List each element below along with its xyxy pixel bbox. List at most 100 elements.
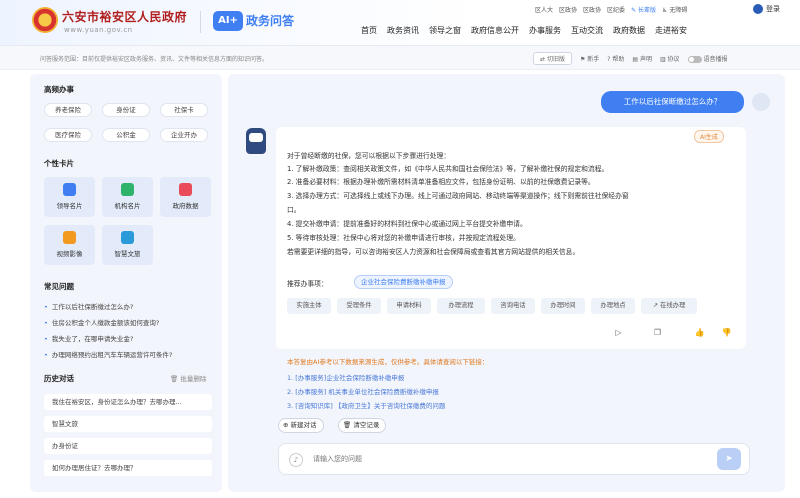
link-zhengxie[interactable]: 区政协 [559,5,577,14]
batch-delete-button[interactable]: 🗑 批量删除 [170,373,206,383]
link-zhengxie-2[interactable]: 区政协 [583,5,601,14]
card-label: 视频影像 [56,250,83,258]
subtab[interactable]: 办理地点 [591,298,635,314]
newbie-label: 新手 [587,56,600,63]
link-jiwei[interactable]: 区纪委 [607,5,625,14]
faq-item[interactable]: 办理网络预约出租汽车车辆运营许可条件? [44,349,172,359]
play-icon[interactable]: ▷ [613,327,624,338]
divider [200,11,201,33]
tip-bar-tools: ⇄ 切旧版 ⚑ 新手 ? 帮助 ▤ 声明 ▥ 协议 语音播报 [533,52,728,65]
top-links: 区人大 区政协 区政协 区纪委 ✎ 长辈版 ♿ 无障碍 [535,5,687,14]
agreement-button[interactable]: ▥ 协议 [660,54,680,63]
hot-item[interactable]: 医疗保险 [44,128,92,142]
microphone-icon[interactable]: ♪ [289,453,303,467]
send-button[interactable]: ➤ [717,448,741,470]
card-leader[interactable]: 领导名片 [44,177,95,217]
subtab[interactable]: 实施主体 [287,298,331,314]
copy-icon[interactable]: ❐ [652,327,663,338]
login-button[interactable]: 登录 [753,4,780,14]
answer-line: 口。 [287,206,301,214]
question-input[interactable] [313,455,693,463]
source-link[interactable]: 2. [办事服务] 机关事业单位社会保险费断缴补缴申报 [287,386,439,396]
gov-name[interactable]: 六安市裕安区人民政府 [62,8,187,25]
online-handle-tab[interactable]: ↗ 在线办理 [641,298,697,314]
subtab[interactable]: 办理时间 [541,298,585,314]
statement-button[interactable]: ▤ 声明 [632,54,652,63]
answer-line: 5. 等待审核处理：社保中心将对您的补缴申请进行审核，并按规定流程处理。 [287,234,520,242]
nav-about[interactable]: 走进裕安 [650,25,692,36]
agreement-label: 协议 [667,56,680,63]
ai-logo: AI+ [213,11,243,31]
card-tourism[interactable]: 智慧文旅 [102,225,153,265]
help-label: 帮助 [612,56,625,63]
history-item[interactable]: 智慧文旅 [44,416,212,432]
subtab[interactable]: 申请材料 [387,298,431,314]
hot-item[interactable]: 身份证 [102,103,150,117]
newbie-button[interactable]: ⚑ 新手 [580,54,599,63]
service-scope-text: 问答服务范围：目前仅提供裕安区政务服务、资讯、文件等相关信息方面的知识问答。 [40,56,269,63]
subtab[interactable]: 咨询电话 [491,298,535,314]
ai-title: 政务问答 [246,14,295,28]
recommend-label: 推荐办事项： [287,280,328,288]
answer-line: 3. 选择办理方式：可选择线上或线下办理。线上可通过政府网站、移动终端等渠道操作… [287,192,629,200]
faq-item[interactable]: 我失业了，在哪申请失业金? [44,333,133,343]
nav-info-public[interactable]: 政府信息公开 [466,25,524,36]
faq-title: 常见问题 [44,282,74,291]
card-institution[interactable]: 机构名片 [102,177,153,217]
switch-label: 切旧版 [546,56,565,63]
switch-old-version-button[interactable]: ⇄ 切旧版 [533,52,572,65]
answer-line: 对于曾经断缴的社保，您可以根据以下步骤进行处理： [287,152,451,160]
mountain-icon [121,231,134,244]
site-header: 六安市裕安区人民政府 www.yuan.gov.cn AI+ 政务问答 区人大 … [0,0,800,46]
faq-item[interactable]: 工作以后社保断缴过怎么办? [44,301,133,311]
subtab[interactable]: 办理流程 [437,298,485,314]
nav-leaders[interactable]: 领导之窗 [424,25,466,36]
recommend-item-button[interactable]: 企业社会保险费断缴补缴申报 [354,275,453,289]
new-chat-button[interactable]: ⊕ 新建对话 [278,418,324,433]
thumbs-up-icon[interactable]: 👍 [694,327,705,338]
card-label: 机构名片 [114,202,141,210]
card-label: 政府数据 [172,202,199,210]
user-question-bubble: 工作以后社保断缴过怎么办？ [601,91,744,113]
hot-item[interactable]: 公积金 [102,128,150,142]
personal-cards-title: 个性卡片 [44,159,74,168]
nav-data[interactable]: 政府数据 [608,25,650,36]
nav-home[interactable]: 首页 [356,25,382,36]
thumbs-down-icon[interactable]: 👎 [721,327,732,338]
ai-disclaimer: 本答复由AI参考以下数据来源生成，仅供参考。具体请查阅以下链接： [287,358,489,366]
elderly-mode-link[interactable]: ✎ 长辈版 [631,5,656,14]
subtab[interactable]: 受理条件 [337,298,381,314]
main-nav: 首页 政务资讯 领导之窗 政府信息公开 办事服务 互动交流 政府数据 走进裕安 [356,25,692,36]
voice-toggle[interactable]: 语音播报 [687,54,728,63]
help-button[interactable]: ? 帮助 [607,54,624,63]
source-link[interactable]: 1. [办事服务]企业社会保险断缴补缴申报 [287,372,404,382]
ai-assistant-avatar [246,128,266,154]
card-video[interactable]: 视频影像 [44,225,95,265]
faq-item[interactable]: 住房公积金个人缴款金额该如何查询? [44,317,159,327]
clear-history-button[interactable]: 🗑 清空记录 [338,418,387,433]
answer-line: 2. 准备必要材料：根据办理补缴所需材料清单准备相应文件，包括身份证明、以前的社… [287,178,595,186]
statement-label: 声明 [639,56,652,63]
hot-item[interactable]: 企业开办 [160,128,208,142]
new-chat-label: 新建对话 [290,421,317,429]
barrier-free-link[interactable]: ♿ 无障碍 [662,5,687,14]
card-label: 领导名片 [56,202,83,210]
source-link[interactable]: 3. [咨询知识库] 【政府卫生】关于咨询社保缴费的问题 [287,400,445,410]
user-icon [753,4,763,14]
card-label: 智慧文旅 [114,250,141,258]
nav-news[interactable]: 政务资讯 [382,25,424,36]
history-item[interactable]: 我住在裕安区，身份证怎么办理？去哪办理... [44,394,212,410]
elderly-label: 长辈版 [638,7,657,14]
link-renda[interactable]: 区人大 [535,5,553,14]
nav-services[interactable]: 办事服务 [524,25,566,36]
national-emblem-logo [32,7,58,33]
history-item[interactable]: 如何办理居住证？去哪办理？ [44,460,212,476]
hot-item[interactable]: 养老保险 [44,103,92,117]
hot-services-title: 高频办事 [44,85,74,94]
chart-icon [179,183,192,196]
card-gov-data[interactable]: 政府数据 [160,177,211,217]
history-item[interactable]: 办身份证 [44,438,212,454]
answer-line: 1. 了解补缴政策：查阅相关政策文件，如《中华人民共和国社会保险法》等，了解补缴… [287,165,609,173]
nav-interaction[interactable]: 互动交流 [566,25,608,36]
hot-item[interactable]: 社保卡 [160,103,208,117]
